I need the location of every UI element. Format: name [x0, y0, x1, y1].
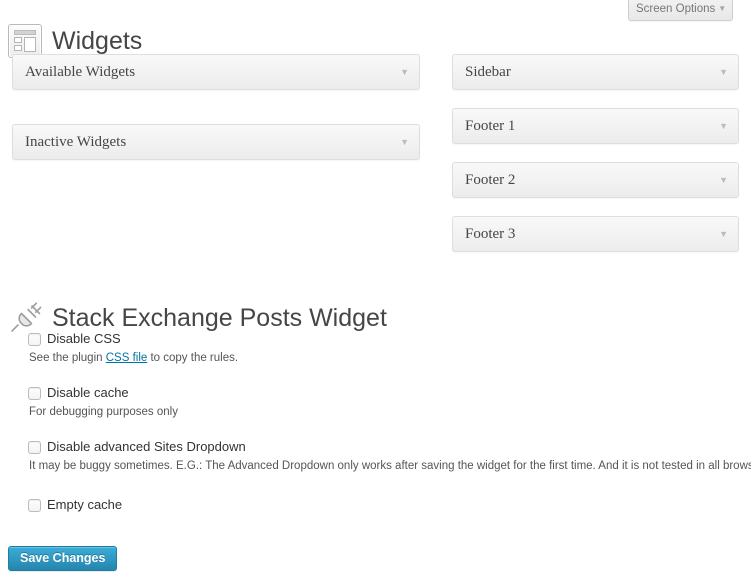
- panel-available-widgets[interactable]: Available Widgets ▼: [12, 54, 420, 90]
- label-empty-cache[interactable]: Empty cache: [47, 497, 122, 513]
- widgets-icon: [8, 23, 42, 58]
- chevron-down-icon[interactable]: ▼: [400, 55, 409, 89]
- desc-disable-cache: For debugging purposes only: [29, 406, 178, 418]
- panel-title: Footer 2: [465, 172, 516, 188]
- save-changes-button[interactable]: Save Changes: [8, 546, 118, 571]
- label-disable-cache[interactable]: Disable cache: [47, 385, 129, 401]
- desc-text-after: to copy the rules.: [147, 352, 239, 364]
- chevron-down-icon: ▼: [718, 4, 727, 13]
- widgets-icon-block-b: [14, 44, 22, 51]
- checkbox-disable-cache[interactable]: [28, 386, 41, 400]
- checkbox-disable-advanced-sites-dropdown[interactable]: [28, 440, 41, 454]
- widgets-icon-block-a: [14, 36, 22, 43]
- option-disable-cache: Disable cache For debugging purposes onl…: [28, 384, 738, 420]
- option-empty-cache: Empty cache: [28, 496, 738, 514]
- desc-disable-css: See the plugin CSS file to copy the rule…: [29, 351, 738, 366]
- option-disable-advanced-sites-dropdown: Disable advanced Sites Dropdown It may b…: [28, 438, 751, 474]
- screen-options-button[interactable]: Screen Options ▼: [628, 0, 733, 21]
- option-disable-css: Disable CSS See the plugin CSS file to c…: [28, 330, 738, 366]
- chevron-down-icon[interactable]: ▼: [719, 217, 728, 251]
- widgets-icon-bar: [14, 29, 36, 35]
- panel-sidebar[interactable]: Sidebar ▼: [452, 54, 739, 90]
- widgets-icon-block-c: [24, 36, 36, 52]
- label-disable-advanced-sites-dropdown[interactable]: Disable advanced Sites Dropdown: [47, 439, 246, 455]
- plugin-title: Stack Exchange Posts Widget: [52, 303, 387, 332]
- chevron-down-icon[interactable]: ▼: [719, 163, 728, 197]
- panel-inactive-widgets[interactable]: Inactive Widgets ▼: [12, 124, 420, 160]
- panel-title: Available Widgets: [25, 64, 136, 80]
- checkbox-disable-css[interactable]: [28, 332, 41, 346]
- desc-disable-advanced-sites-dropdown: It may be buggy sometimes. E.G.: The Adv…: [29, 460, 751, 472]
- panel-title: Inactive Widgets: [25, 134, 127, 150]
- panel-footer-3[interactable]: Footer 3 ▼: [452, 216, 739, 252]
- checkbox-empty-cache[interactable]: [28, 498, 41, 512]
- panel-footer-2[interactable]: Footer 2 ▼: [452, 162, 739, 198]
- desc-text-before: See the plugin: [29, 352, 106, 364]
- chevron-down-icon[interactable]: ▼: [719, 55, 728, 89]
- plugin-options-list: Disable CSS See the plugin CSS file to c…: [28, 330, 751, 528]
- screen-options-label: Screen Options: [636, 3, 716, 15]
- label-disable-css[interactable]: Disable CSS: [47, 331, 121, 347]
- panel-title: Sidebar: [465, 64, 511, 80]
- panel-footer-1[interactable]: Footer 1 ▼: [452, 108, 739, 144]
- panel-title: Footer 1: [465, 118, 516, 134]
- panel-title: Footer 3: [465, 226, 516, 242]
- chevron-down-icon[interactable]: ▼: [400, 125, 409, 159]
- page-title: Widgets: [52, 26, 143, 55]
- chevron-down-icon[interactable]: ▼: [719, 109, 728, 143]
- css-file-link[interactable]: CSS file: [106, 352, 148, 364]
